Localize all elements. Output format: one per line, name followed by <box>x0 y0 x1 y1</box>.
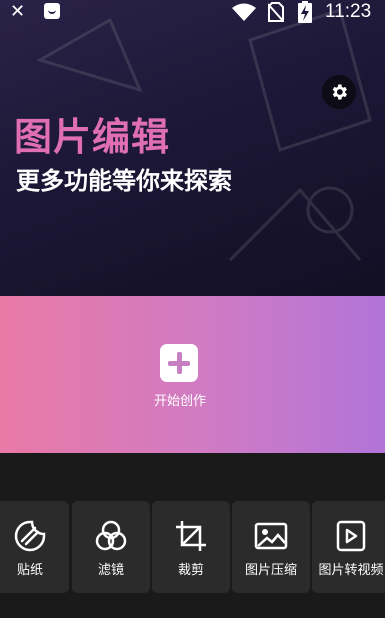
video-icon <box>336 520 366 552</box>
tool-image-to-video[interactable]: 图片转视频 <box>312 501 385 593</box>
battery-charging-icon <box>298 1 312 23</box>
sticker-icon <box>14 520 46 552</box>
tool-filter[interactable]: 滤镜 <box>72 501 150 593</box>
start-create-button[interactable]: 开始创作 <box>0 296 385 453</box>
tool-label: 滤镜 <box>97 563 124 578</box>
gear-icon <box>332 84 347 100</box>
settings-button[interactable] <box>322 75 356 109</box>
tool-label: 裁剪 <box>177 563 204 578</box>
app-notification-icon <box>44 3 60 19</box>
filter-icon <box>95 520 127 551</box>
tool-label: 图片转视频 <box>318 563 384 578</box>
tool-label: 贴纸 <box>16 563 43 578</box>
image-icon <box>254 522 288 550</box>
page-title: 图片编辑 <box>14 115 171 159</box>
close-icon[interactable]: ✕ <box>10 2 26 22</box>
tool-sticker[interactable]: 贴纸 <box>0 501 69 593</box>
wifi-icon <box>232 3 256 21</box>
page-subtitle: 更多功能等你来探索 <box>16 167 232 195</box>
status-bar: ✕ 11:23 <box>0 0 385 26</box>
status-time: 11:23 <box>325 1 372 22</box>
tool-label: 图片压缩 <box>244 563 297 578</box>
tool-crop[interactable]: 裁剪 <box>152 501 230 593</box>
crop-icon <box>176 521 206 551</box>
no-sim-icon <box>268 2 284 22</box>
plus-icon <box>160 344 198 382</box>
tool-image-compress[interactable]: 图片压缩 <box>232 501 310 593</box>
start-create-label: 开始创作 <box>153 394 206 409</box>
hero-banner: ✕ 11:23 图片编辑 更多功能等你来探索 <box>0 0 385 296</box>
